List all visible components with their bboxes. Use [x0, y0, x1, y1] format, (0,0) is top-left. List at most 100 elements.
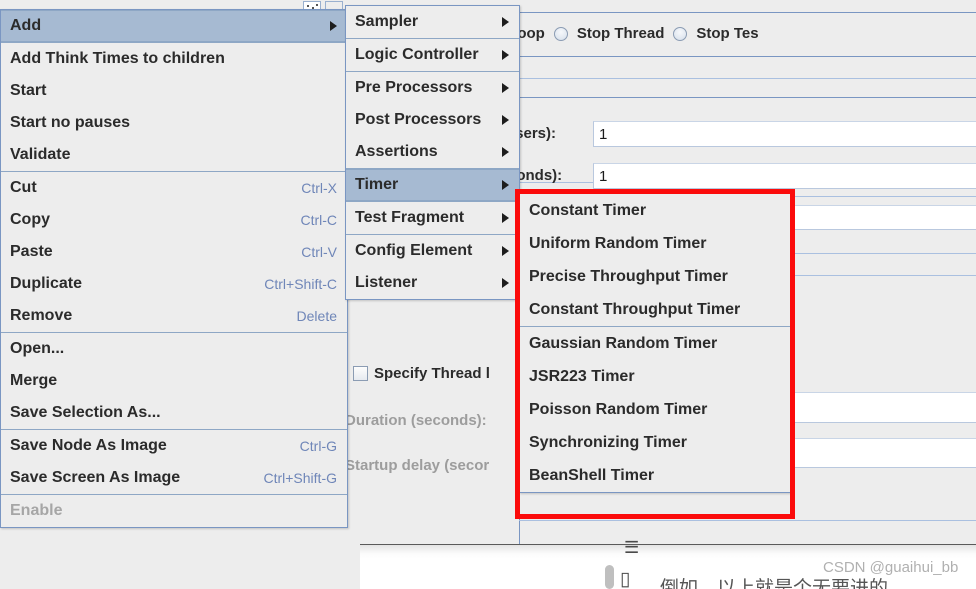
add-submenu[interactable]: Sampler Logic Controller Pre Processors Pos… [345, 5, 520, 300]
screenshot-root: art Next Thread Loop Stop Thread Stop Te… [0, 0, 976, 589]
menu-item-shortcut: Ctrl-V [301, 244, 337, 260]
menu-item-label: Poisson Random Timer [529, 400, 708, 418]
menu-item-enable: Enable [1, 495, 347, 527]
label-startup-delay-seconds: Startup delay (secor [345, 457, 490, 474]
add-item-test-fragment[interactable]: Test Fragment [346, 202, 519, 234]
menu-item-label: Pre Processors [355, 79, 473, 96]
menu-item-label: Merge [10, 372, 58, 389]
menu-item-cut[interactable]: Cut Ctrl-X [1, 172, 347, 204]
menu-item-label: Copy [10, 211, 50, 228]
menu-item-label: Timer [355, 176, 399, 193]
add-item-sampler[interactable]: Sampler [346, 6, 519, 38]
menu-item-label: Start no pauses [10, 114, 131, 131]
timer-item-beanshell-timer[interactable]: BeanShell Timer [520, 459, 790, 492]
menu-item-start-no-pauses[interactable]: Start no pauses [1, 107, 347, 139]
timer-item-jsr223-timer[interactable]: JSR223 Timer [520, 360, 790, 393]
submenu-arrow-icon [502, 115, 509, 125]
menu-item-save-node-as-image[interactable]: Save Node As Image Ctrl-G [1, 430, 347, 462]
menu-item-remove[interactable]: Remove Delete [1, 300, 347, 332]
menu-item-shortcut: Ctrl+Shift-G [263, 470, 337, 486]
browser-top-edge [360, 544, 976, 545]
menu-item-shortcut: Ctrl+Shift-C [264, 276, 337, 292]
menu-item-merge[interactable]: Merge [1, 365, 347, 397]
menu-item-label: Constant Throughput Timer [529, 300, 741, 318]
menu-item-label: Precise Throughput Timer [529, 267, 728, 285]
element-context-menu[interactable]: Add Add Think Times to children Start Start… [0, 9, 348, 528]
add-item-assertions[interactable]: Assertions [346, 136, 519, 168]
menu-item-save-screen-as-image[interactable]: Save Screen As Image Ctrl+Shift-G [1, 462, 347, 494]
timer-item-precise-throughput-timer[interactable]: Precise Throughput Timer [520, 260, 790, 293]
timer-item-constant-throughput-timer[interactable]: Constant Throughput Timer [520, 293, 790, 326]
menu-item-label: Paste [10, 243, 53, 260]
radio-label-stop-thread: Stop Thread [576, 25, 665, 42]
field-loop-count[interactable] [793, 205, 976, 230]
submenu-arrow-icon [502, 213, 509, 223]
menu-item-label: Sampler [355, 13, 419, 30]
checkbox-specify-thread-lifetime[interactable] [353, 366, 368, 381]
menu-item-label: Test Fragment [355, 209, 465, 226]
menu-item-open[interactable]: Open... [1, 333, 347, 365]
menu-item-save-selection-as[interactable]: Save Selection As... [1, 397, 347, 429]
menu-item-label: Assertions [355, 143, 438, 160]
timer-item-constant-timer[interactable]: Constant Timer [520, 194, 790, 227]
submenu-arrow-icon [502, 147, 509, 157]
rule-8 [519, 520, 976, 521]
menu-item-shortcut: Delete [296, 308, 337, 324]
menu-item-label: Constant Timer [529, 201, 647, 219]
menu-item-label: Add [10, 17, 42, 34]
menu-item-paste[interactable]: Paste Ctrl-V [1, 236, 347, 268]
menu-item-duplicate[interactable]: Duplicate Ctrl+Shift-C [1, 268, 347, 300]
add-item-timer[interactable]: Timer [346, 169, 519, 201]
menu-item-label: Listener [355, 274, 418, 291]
scrollbar-thumb[interactable] [605, 565, 614, 589]
menu-item-start[interactable]: Start [1, 75, 347, 107]
menu-item-label: Save Node As Image [10, 437, 167, 454]
menu-item-copy[interactable]: Copy Ctrl-C [1, 204, 347, 236]
add-item-config-element[interactable]: Config Element [346, 235, 519, 267]
menu-item-label: Validate [10, 146, 71, 163]
menu-item-label: Duplicate [10, 275, 83, 292]
field-number-of-threads[interactable]: 1 [593, 121, 976, 147]
submenu-arrow-icon [502, 180, 509, 190]
field-ramp-up-period[interactable]: 1 [593, 163, 976, 189]
radio-stop-test-dot[interactable] [673, 26, 688, 41]
timer-submenu[interactable]: Constant Timer Uniform Random Timer Precis… [519, 193, 791, 493]
menu-item-add-think-times-to-children[interactable]: Add Think Times to children [1, 43, 347, 75]
menu-item-label: Post Processors [355, 111, 482, 128]
menu-item-label: Save Screen As Image [10, 469, 181, 486]
menu-item-label: Gaussian Random Timer [529, 334, 718, 352]
field-duration[interactable] [793, 392, 976, 423]
submenu-arrow-icon [330, 21, 337, 31]
menu-item-label: Save Selection As... [10, 404, 161, 421]
timer-item-uniform-random-timer[interactable]: Uniform Random Timer [520, 227, 790, 260]
rectangle-icon: ▯ [620, 569, 631, 589]
field-startup-delay[interactable] [793, 438, 976, 468]
menu-item-label: Start [10, 82, 47, 99]
radio-stop-thread-dot[interactable] [553, 26, 568, 41]
add-item-listener[interactable]: Listener [346, 267, 519, 299]
menu-item-shortcut: Ctrl-G [299, 438, 337, 454]
timer-item-gaussian-random-timer[interactable]: Gaussian Random Timer [520, 327, 790, 360]
menu-item-label: Uniform Random Timer [529, 234, 707, 252]
timer-item-synchronizing-timer[interactable]: Synchronizing Timer [520, 426, 790, 459]
align-vertical-icon: ☰ [624, 538, 640, 557]
menu-item-label: Enable [10, 502, 63, 519]
menu-item-label: Synchronizing Timer [529, 433, 687, 451]
menu-item-label: Config Element [355, 242, 473, 259]
submenu-arrow-icon [502, 50, 509, 60]
menu-item-add[interactable]: Add [1, 10, 347, 42]
rule-3 [519, 97, 976, 98]
timer-item-poisson-random-timer[interactable]: Poisson Random Timer [520, 393, 790, 426]
menu-item-label: BeanShell Timer [529, 466, 655, 484]
add-item-post-processors[interactable]: Post Processors [346, 104, 519, 136]
cjk-caption: 倒如，以上就是个无要进的 [660, 578, 889, 589]
menu-item-label: JSR223 Timer [529, 367, 635, 385]
menu-item-validate[interactable]: Validate [1, 139, 347, 171]
add-item-pre-processors[interactable]: Pre Processors [346, 72, 519, 104]
menu-item-shortcut: Ctrl-X [301, 180, 337, 196]
browser-gradient-strip [360, 545, 976, 559]
label-specify-thread-lifetime: Specify Thread l [374, 365, 490, 382]
menu-item-shortcut: Ctrl-C [300, 212, 337, 228]
rule-1 [519, 56, 976, 57]
add-item-logic-controller[interactable]: Logic Controller [346, 39, 519, 71]
